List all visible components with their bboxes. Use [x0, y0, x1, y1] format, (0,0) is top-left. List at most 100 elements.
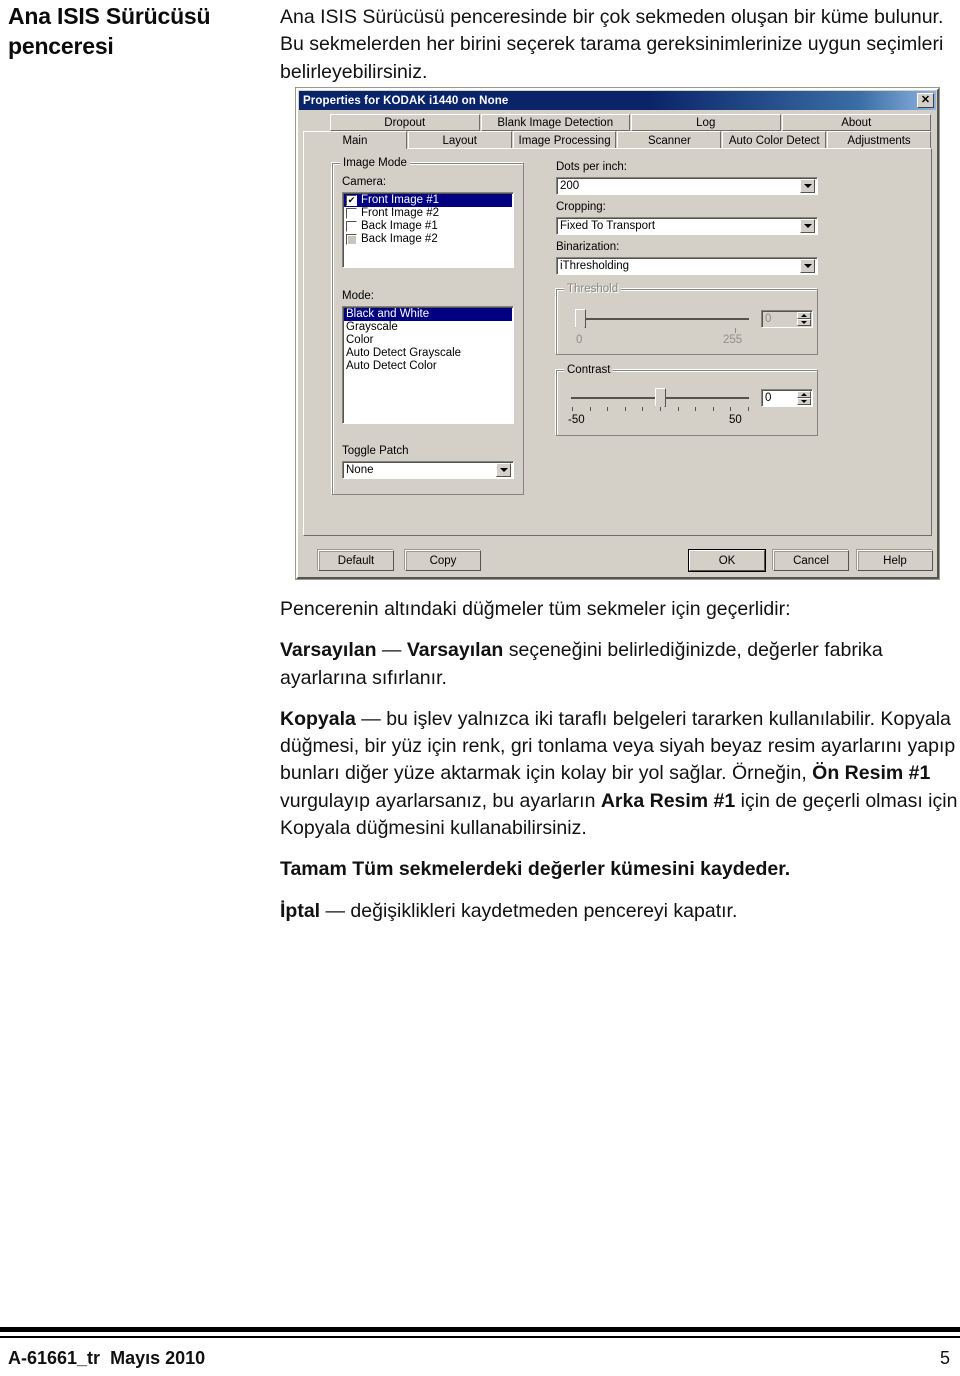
body-copy: Pencerenin altındaki düğmeler tüm sekmel… [280, 596, 960, 939]
checkbox-icon[interactable] [346, 195, 357, 206]
copy-button[interactable]: Copy [405, 550, 481, 571]
tab-layout[interactable]: Layout [407, 131, 512, 149]
spinner-down-icon[interactable] [797, 319, 811, 326]
threshold-slider-thumb[interactable] [575, 309, 586, 334]
threshold-tick [735, 328, 736, 333]
chevron-down-icon[interactable] [496, 463, 511, 477]
toggle-patch-value: None [346, 464, 374, 476]
toggle-patch-label: Toggle Patch [342, 445, 409, 457]
tab-dropout[interactable]: Dropout [330, 114, 480, 131]
checkbox-icon[interactable] [346, 221, 357, 232]
help-button[interactable]: Help [857, 550, 933, 571]
spinner-up-icon[interactable] [797, 312, 811, 319]
camera-label: Camera: [342, 176, 387, 188]
footer-left: A-61661_tr Mayıs 2010 [8, 1348, 205, 1369]
contrast-max-label: 50 [729, 414, 742, 426]
chevron-down-icon[interactable] [800, 259, 815, 273]
contrast-spinner[interactable]: 0 [761, 389, 813, 407]
tab-scanner[interactable]: Scanner [617, 131, 722, 149]
tab-blank-image-detection[interactable]: Blank Image Detection [480, 114, 630, 131]
dots-per-inch-value: 200 [560, 180, 580, 192]
properties-dialog: Properties for KODAK i1440 on None ✕ Dro… [296, 88, 939, 579]
dialog-button-bar: Default Copy OK Cancel Help [303, 549, 933, 573]
mode-label: Mode: [342, 290, 374, 302]
threshold-min-label: 0 [576, 334, 583, 346]
contrast-tick-row [572, 407, 749, 411]
tab-main[interactable]: Main [303, 131, 407, 149]
list-item[interactable]: Back Image #2 [344, 233, 512, 246]
footer-doc-id: A-61661_tr [8, 1348, 101, 1368]
term-kopyala: Kopyala [280, 707, 356, 730]
contrast-slider-thumb[interactable] [655, 388, 666, 413]
list-item[interactable]: Black and White [344, 308, 512, 321]
page-title: Ana ISIS Sürücüsü penceresi [8, 3, 211, 59]
cancel-button[interactable]: Cancel [773, 550, 849, 571]
threshold-slider-track[interactable] [579, 318, 749, 320]
list-item[interactable]: Auto Detect Color [344, 360, 512, 373]
tab-log[interactable]: Log [631, 114, 781, 131]
paragraph-cancel: İptal — değişiklikleri kaydetmeden pence… [280, 898, 960, 925]
cropping-dropdown[interactable]: Fixed To Transport [556, 217, 818, 235]
checkbox-icon[interactable] [346, 208, 357, 219]
list-item[interactable]: Auto Detect Grayscale [344, 347, 512, 360]
contrast-group-label: Contrast [564, 364, 614, 376]
spinner-buttons[interactable] [797, 391, 811, 405]
contrast-value: 0 [765, 392, 772, 404]
tab-image-processing[interactable]: Image Processing [512, 131, 617, 149]
contrast-group: Contrast -50 50 0 [556, 364, 818, 436]
document-page: Ana ISIS Sürücüsü penceresi Ana ISIS Sür… [0, 0, 960, 1376]
paragraph-default: Varsayılan — Varsayılan seçeneğini belir… [280, 637, 960, 692]
spinner-down-icon[interactable] [797, 398, 811, 405]
cropping-label: Cropping: [556, 201, 606, 213]
image-mode-group: Image Mode Camera: Front Image #1 Front … [332, 157, 524, 495]
image-mode-group-label: Image Mode [340, 157, 410, 169]
page-footer: A-61661_tr Mayıs 2010 5 [8, 1348, 950, 1369]
list-item[interactable]: Front Image #1 [344, 194, 512, 207]
threshold-group-label: Threshold [564, 283, 622, 295]
list-item[interactable]: Front Image #2 [344, 207, 512, 220]
chevron-down-icon[interactable] [800, 179, 815, 193]
paragraph-copy-rest2: vurgulayıp ayarlarsanız, bu ayarların [280, 789, 601, 812]
binarization-dropdown[interactable]: iThresholding [556, 257, 818, 275]
intro-paragraph: Ana ISIS Sürücüsü penceresinde bir çok s… [280, 6, 944, 83]
tab-adjustments[interactable]: Adjustments [827, 131, 931, 149]
ok-button[interactable]: OK [689, 550, 765, 571]
default-button[interactable]: Default [318, 550, 394, 571]
contrast-min-label: -50 [568, 414, 585, 426]
spinner-up-icon[interactable] [797, 391, 811, 398]
term-iptal: İptal [280, 899, 321, 922]
list-item-label: Back Image #1 [361, 220, 438, 232]
dots-per-inch-dropdown[interactable]: 200 [556, 177, 818, 195]
threshold-spinner[interactable]: 0 [761, 310, 813, 328]
chevron-down-icon[interactable] [800, 219, 815, 233]
tab-auto-color-detect[interactable]: Auto Color Detect [722, 131, 827, 149]
mode-listbox[interactable]: Black and White Grayscale Color Auto Det… [342, 306, 514, 424]
tab-strip: Dropout Blank Image Detection Log About … [303, 114, 932, 149]
list-item[interactable]: Back Image #1 [344, 220, 512, 233]
threshold-value: 0 [765, 313, 772, 325]
dots-per-inch-label: Dots per inch: [556, 161, 627, 173]
close-icon[interactable]: ✕ [917, 93, 934, 108]
footer-rule-thick [0, 1327, 960, 1332]
list-item-label: Back Image #2 [361, 233, 438, 245]
cropping-value: Fixed To Transport [560, 220, 656, 232]
dash-a: — [376, 639, 407, 662]
dialog-titlebar: Properties for KODAK i1440 on None ✕ [299, 91, 936, 110]
spinner-buttons[interactable] [797, 312, 811, 326]
list-item-label: Front Image #1 [361, 194, 439, 206]
toggle-patch-dropdown[interactable]: None [342, 461, 514, 479]
list-item-label: Front Image #2 [361, 207, 439, 219]
checkbox-icon [346, 234, 357, 245]
footer-page-number: 5 [939, 1348, 950, 1368]
list-item[interactable]: Color [344, 334, 512, 347]
paragraph-cancel-rest: — değişiklikleri kaydetmeden pencereyi k… [320, 899, 738, 922]
footer-rule-thin [0, 1336, 960, 1338]
term-on-resim-1: Ön Resim #1 [812, 762, 931, 785]
footer-date: Mayıs 2010 [110, 1348, 206, 1368]
camera-listbox[interactable]: Front Image #1 Front Image #2 Back Image… [342, 192, 514, 268]
list-item[interactable]: Grayscale [344, 321, 512, 334]
tab-about[interactable]: About [781, 114, 931, 131]
threshold-group: Threshold 0 255 0 [556, 283, 818, 355]
term-tamam: Tamam Tüm sekmelerdeki değerler kümesini… [280, 858, 791, 881]
paragraph-copy: Kopyala — bu işlev yalnızca iki taraflı … [280, 706, 960, 842]
